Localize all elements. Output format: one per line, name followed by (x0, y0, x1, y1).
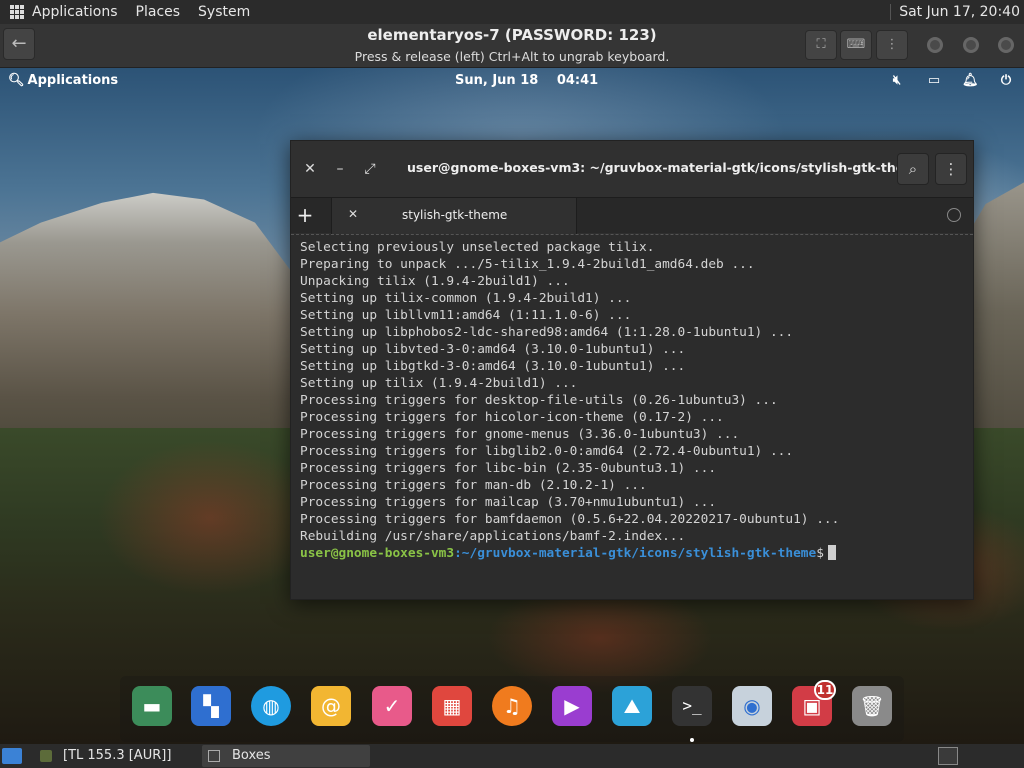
output-line: Setting up tilix (1.9.4-2build1) ... (300, 376, 578, 391)
search-icon: ⌕ (908, 160, 918, 178)
keyboard-icon: ⌨ (846, 37, 866, 52)
boxes-icon (208, 750, 220, 762)
power-icon[interactable]: ⏻ (998, 73, 1014, 89)
fullscreen-button[interactable]: ⛶ (805, 30, 837, 60)
maximize-icon[interactable]: ⤢ (361, 160, 379, 178)
sound-muted-icon[interactable]: 🔇︎ (889, 73, 905, 89)
display-icon[interactable]: ▭ (926, 73, 942, 89)
terminal-output[interactable]: Selecting previously unselected package … (291, 234, 973, 599)
appcenter-badge: 11 (814, 680, 836, 700)
output-line: Preparing to unpack .../5-tilix_1.9.4-2b… (300, 257, 755, 272)
trash-icon[interactable]: 🗑︎ (852, 686, 892, 726)
output-line: Rebuilding /usr/share/applications/bamf-… (300, 529, 686, 544)
search-icon: 🔍︎ (8, 73, 25, 88)
output-line: Processing triggers for desktop-file-uti… (300, 393, 778, 408)
maximize-window-button[interactable] (963, 37, 979, 53)
menu-icon: ⋮ (885, 37, 899, 52)
web-browser-icon[interactable]: ◍ (251, 686, 291, 726)
minimize-icon[interactable]: – (331, 160, 349, 178)
photos-icon[interactable]: ⛰ (612, 686, 652, 726)
terminal-titlebar[interactable]: ✕ – ⤢ user@gnome-boxes-vm3: ~/gruvbox-ma… (291, 141, 973, 197)
dock: ▬ ▚ ◍ @ ✓ ▦ ♫ ▶ ⛰ >_ ◉ ▣ 11 🗑︎ (120, 676, 904, 742)
history-icon[interactable] (947, 208, 961, 222)
host-clock[interactable]: Sat Jun 17, 20:40 (890, 4, 1020, 20)
notifications-icon[interactable]: 🔔︎ (962, 73, 979, 89)
settings-icon[interactable]: ◉ (732, 686, 772, 726)
weather-applet[interactable]: [TL 155.3 [AUR]] (63, 748, 171, 763)
output-line: Processing triggers for man-db (2.10.2-1… (300, 478, 647, 493)
weather-icon[interactable] (40, 750, 52, 762)
search-button[interactable]: ⌕ (897, 153, 929, 185)
output-line: Processing triggers for libc-bin (2.35-0… (300, 461, 717, 476)
tasks-icon[interactable]: ✓ (372, 686, 412, 726)
text-cursor (827, 545, 836, 560)
running-indicator (690, 738, 694, 742)
guest-datetime[interactable]: Sun, Jun 18 04:41 (455, 73, 598, 88)
terminal-window[interactable]: ✕ – ⤢ user@gnome-boxes-vm3: ~/gruvbox-ma… (290, 140, 974, 600)
workspace-switcher[interactable] (938, 747, 958, 765)
close-window-button[interactable] (998, 37, 1014, 53)
menu-applications[interactable]: Applications (32, 4, 118, 20)
menu-places[interactable]: Places (136, 4, 181, 20)
calendar-icon[interactable]: ▦ (432, 686, 472, 726)
output-line: Setting up tilix-common (1.9.4-2build1) … (300, 291, 632, 306)
show-desktop-button[interactable] (2, 748, 22, 764)
tab-label: stylish-gtk-theme (402, 208, 508, 222)
apps-grid-icon[interactable] (10, 5, 24, 19)
prompt-symbol: $ (816, 546, 824, 561)
prompt-line[interactable]: user@gnome-boxes-vm3:~/gruvbox-material-… (300, 545, 973, 562)
close-icon[interactable]: ✕ (301, 160, 319, 178)
taskbar-label: Boxes (232, 748, 271, 763)
minimize-window-button[interactable] (927, 37, 943, 53)
menu-system[interactable]: System (198, 4, 250, 20)
appcenter-icon[interactable]: ▣ 11 (792, 680, 836, 726)
new-tab-button[interactable]: + (291, 198, 319, 234)
videos-icon[interactable]: ▶ (552, 686, 592, 726)
guest-date: Sun, Jun 18 (455, 73, 539, 88)
output-line: Setting up libllvm11:amd64 (1:11.1.0-6) … (300, 308, 632, 323)
host-bottom-panel: [TL 155.3 [AUR]] Boxes (0, 744, 1024, 768)
plus-icon: + (296, 203, 314, 227)
prompt-path: :~/gruvbox-material-gtk/icons/stylish-gt… (454, 546, 817, 561)
files-icon[interactable]: ▬ (132, 686, 172, 726)
output-line: Processing triggers for bamfdaemon (0.5.… (300, 512, 840, 527)
output-line: Setting up libgtkd-3-0:amd64 (3.10.0-1ub… (300, 359, 686, 374)
tab-stylish-gtk-theme[interactable]: ✕ stylish-gtk-theme (331, 198, 577, 234)
output-line: Processing triggers for mailcap (3.70+nm… (300, 495, 717, 510)
terminal-title: user@gnome-boxes-vm3: ~/gruvbox-material… (407, 160, 926, 175)
output-line: Setting up libvted-3-0:amd64 (3.10.0-1ub… (300, 342, 686, 357)
fullscreen-icon: ⛶ (816, 37, 826, 52)
guest-top-panel: 🔍︎ Applications Sun, Jun 18 04:41 🔇︎ ▭ 🔔… (0, 68, 1024, 94)
output-line: Selecting previously unselected package … (300, 240, 655, 255)
terminal-menu-button[interactable]: ⋮ (935, 153, 967, 185)
music-icon[interactable]: ♫ (492, 686, 532, 726)
keyboard-button[interactable]: ⌨ (840, 30, 872, 60)
output-line: Processing triggers for gnome-menus (3.3… (300, 427, 740, 442)
output-line: Setting up libphobos2-ldc-shared98:amd64… (300, 325, 794, 340)
prompt-user: user@gnome-boxes-vm3 (300, 546, 455, 561)
mail-icon[interactable]: @ (311, 686, 351, 726)
guest-applications-menu[interactable]: 🔍︎ Applications (8, 73, 118, 88)
vm-display[interactable]: 🔍︎ Applications Sun, Jun 18 04:41 🔇︎ ▭ 🔔… (0, 68, 1024, 744)
boxes-header-bar: ← elementaryos-7 (PASSWORD: 123) Press &… (0, 24, 1024, 68)
menu-button[interactable]: ⋮ (876, 30, 908, 60)
menu-icon: ⋮ (943, 160, 959, 178)
output-line: Unpacking tilix (1.9.4-2build1) ... (300, 274, 570, 289)
guest-applications-label: Applications (27, 73, 119, 88)
output-line: Processing triggers for hicolor-icon-the… (300, 410, 724, 425)
multitasking-icon[interactable]: ▚ (191, 686, 231, 726)
terminal-tabbar: + ✕ stylish-gtk-theme (291, 197, 973, 234)
host-top-panel: Applications Places System Sat Jun 17, 2… (0, 0, 1024, 24)
taskbar-item-boxes[interactable]: Boxes (202, 745, 370, 767)
guest-time: 04:41 (556, 73, 599, 88)
output-line: Processing triggers for libglib2.0-0:amd… (300, 444, 794, 459)
tab-close-icon[interactable]: ✕ (348, 207, 358, 221)
terminal-icon[interactable]: >_ (672, 686, 712, 726)
